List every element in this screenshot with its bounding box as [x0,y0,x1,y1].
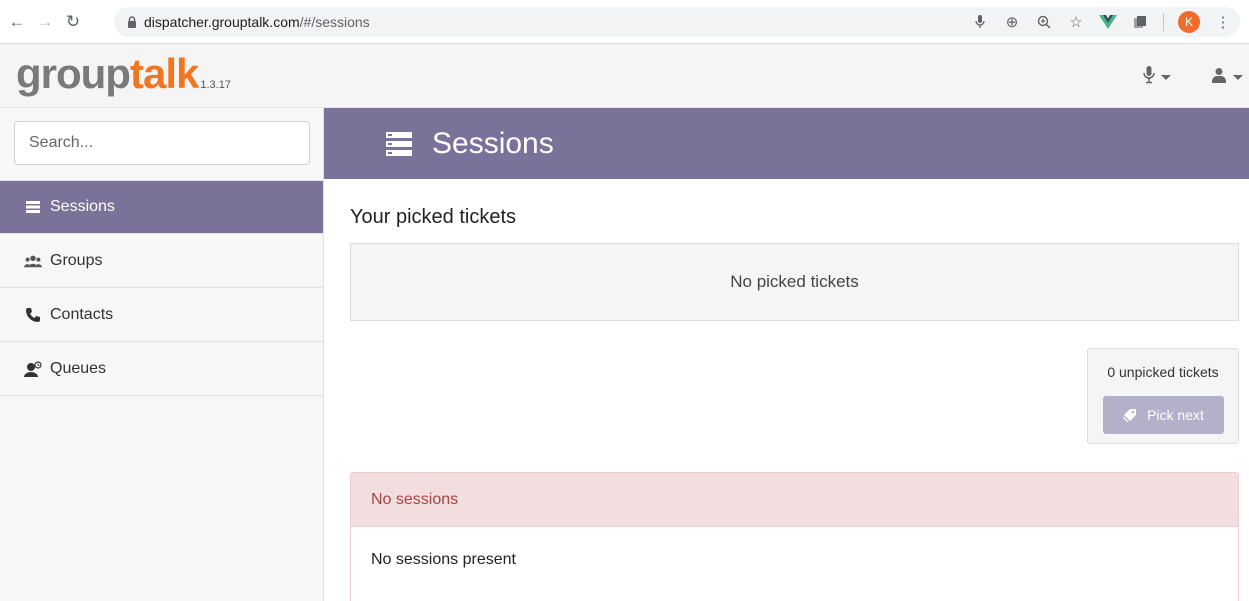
sidebar-item-contacts[interactable]: Contacts [0,288,323,342]
unpicked-count: 0 unpicked tickets [1107,364,1219,380]
picked-tickets-panel: No picked tickets [350,243,1239,321]
add-circle-icon[interactable]: ⊕ [1003,13,1021,31]
main-content: Sessions Your picked tickets No picked t… [324,108,1249,601]
alert-title: No sessions [351,473,1238,527]
sidebar-item-label: Queues [50,359,107,377]
chevron-down-icon [1161,75,1171,80]
more-menu-icon[interactable]: ⋮ [1214,13,1232,31]
sidebar-search [0,108,323,181]
sidebar-item-sessions[interactable]: Sessions [0,181,323,234]
url-host: dispatcher.grouptalk.com [144,14,300,30]
microphone-icon[interactable] [971,13,989,31]
profile-avatar[interactable]: K [1178,11,1200,33]
app-header: grouptalk 1.3.17 [0,44,1249,108]
sessions-list-icon [386,131,412,156]
toolbar-separator [1163,13,1164,31]
page-header: Sessions [324,108,1249,179]
bookmark-star-icon[interactable]: ☆ [1067,13,1085,31]
user-dropdown[interactable] [1211,67,1243,88]
pick-next-label: Pick next [1147,407,1204,423]
group-icon [24,252,42,270]
vue-extension-icon[interactable] [1099,13,1117,31]
user-icon [1211,67,1227,88]
phone-icon [24,306,42,324]
back-icon[interactable]: ← [6,11,28,33]
url-text: dispatcher.grouptalk.com/#/sessions [144,14,370,30]
pick-next-button[interactable]: Pick next [1103,396,1224,434]
logo-part1: group [16,50,131,97]
sidebar-item-groups[interactable]: Groups [0,234,323,288]
no-sessions-alert: No sessions No sessions present [350,472,1239,601]
ticket-tag-icon [1123,408,1137,422]
zoom-icon[interactable] [1035,13,1053,31]
forward-icon[interactable]: → [34,11,56,33]
address-bar[interactable]: dispatcher.grouptalk.com/#/sessions ⊕ ☆ … [114,7,1240,37]
sidebar-item-label: Sessions [50,198,115,215]
lock-icon [126,15,138,29]
sidebar-item-queues[interactable]: Queues [0,342,323,396]
picked-tickets-empty: No picked tickets [730,272,859,291]
sidebar: Sessions Groups Contacts Queues [0,108,324,601]
alert-body: No sessions present [371,551,516,568]
search-input[interactable] [14,121,310,165]
page-title: Sessions [432,126,554,160]
reload-icon[interactable]: ↻ [62,11,84,33]
microphone-dropdown[interactable] [1143,66,1171,89]
sidebar-item-label: Contacts [50,305,114,323]
microphone-icon [1143,66,1155,89]
grouptalk-logo[interactable]: grouptalk 1.3.17 [16,50,231,109]
picked-tickets-title: Your picked tickets [350,206,517,228]
browser-toolbar: ← → ↻ dispatcher.grouptalk.com/#/session… [0,0,1249,44]
extension-icon[interactable] [1131,13,1149,31]
list-icon [24,198,42,216]
url-path: /#/sessions [299,14,370,30]
sidebar-item-label: Groups [50,251,103,269]
unpicked-tickets-panel: 0 unpicked tickets Pick next [1087,348,1239,444]
app-version: 1.3.17 [200,79,231,91]
chevron-down-icon [1233,75,1243,80]
queue-icon [24,360,42,378]
logo-part2: talk [129,50,199,97]
